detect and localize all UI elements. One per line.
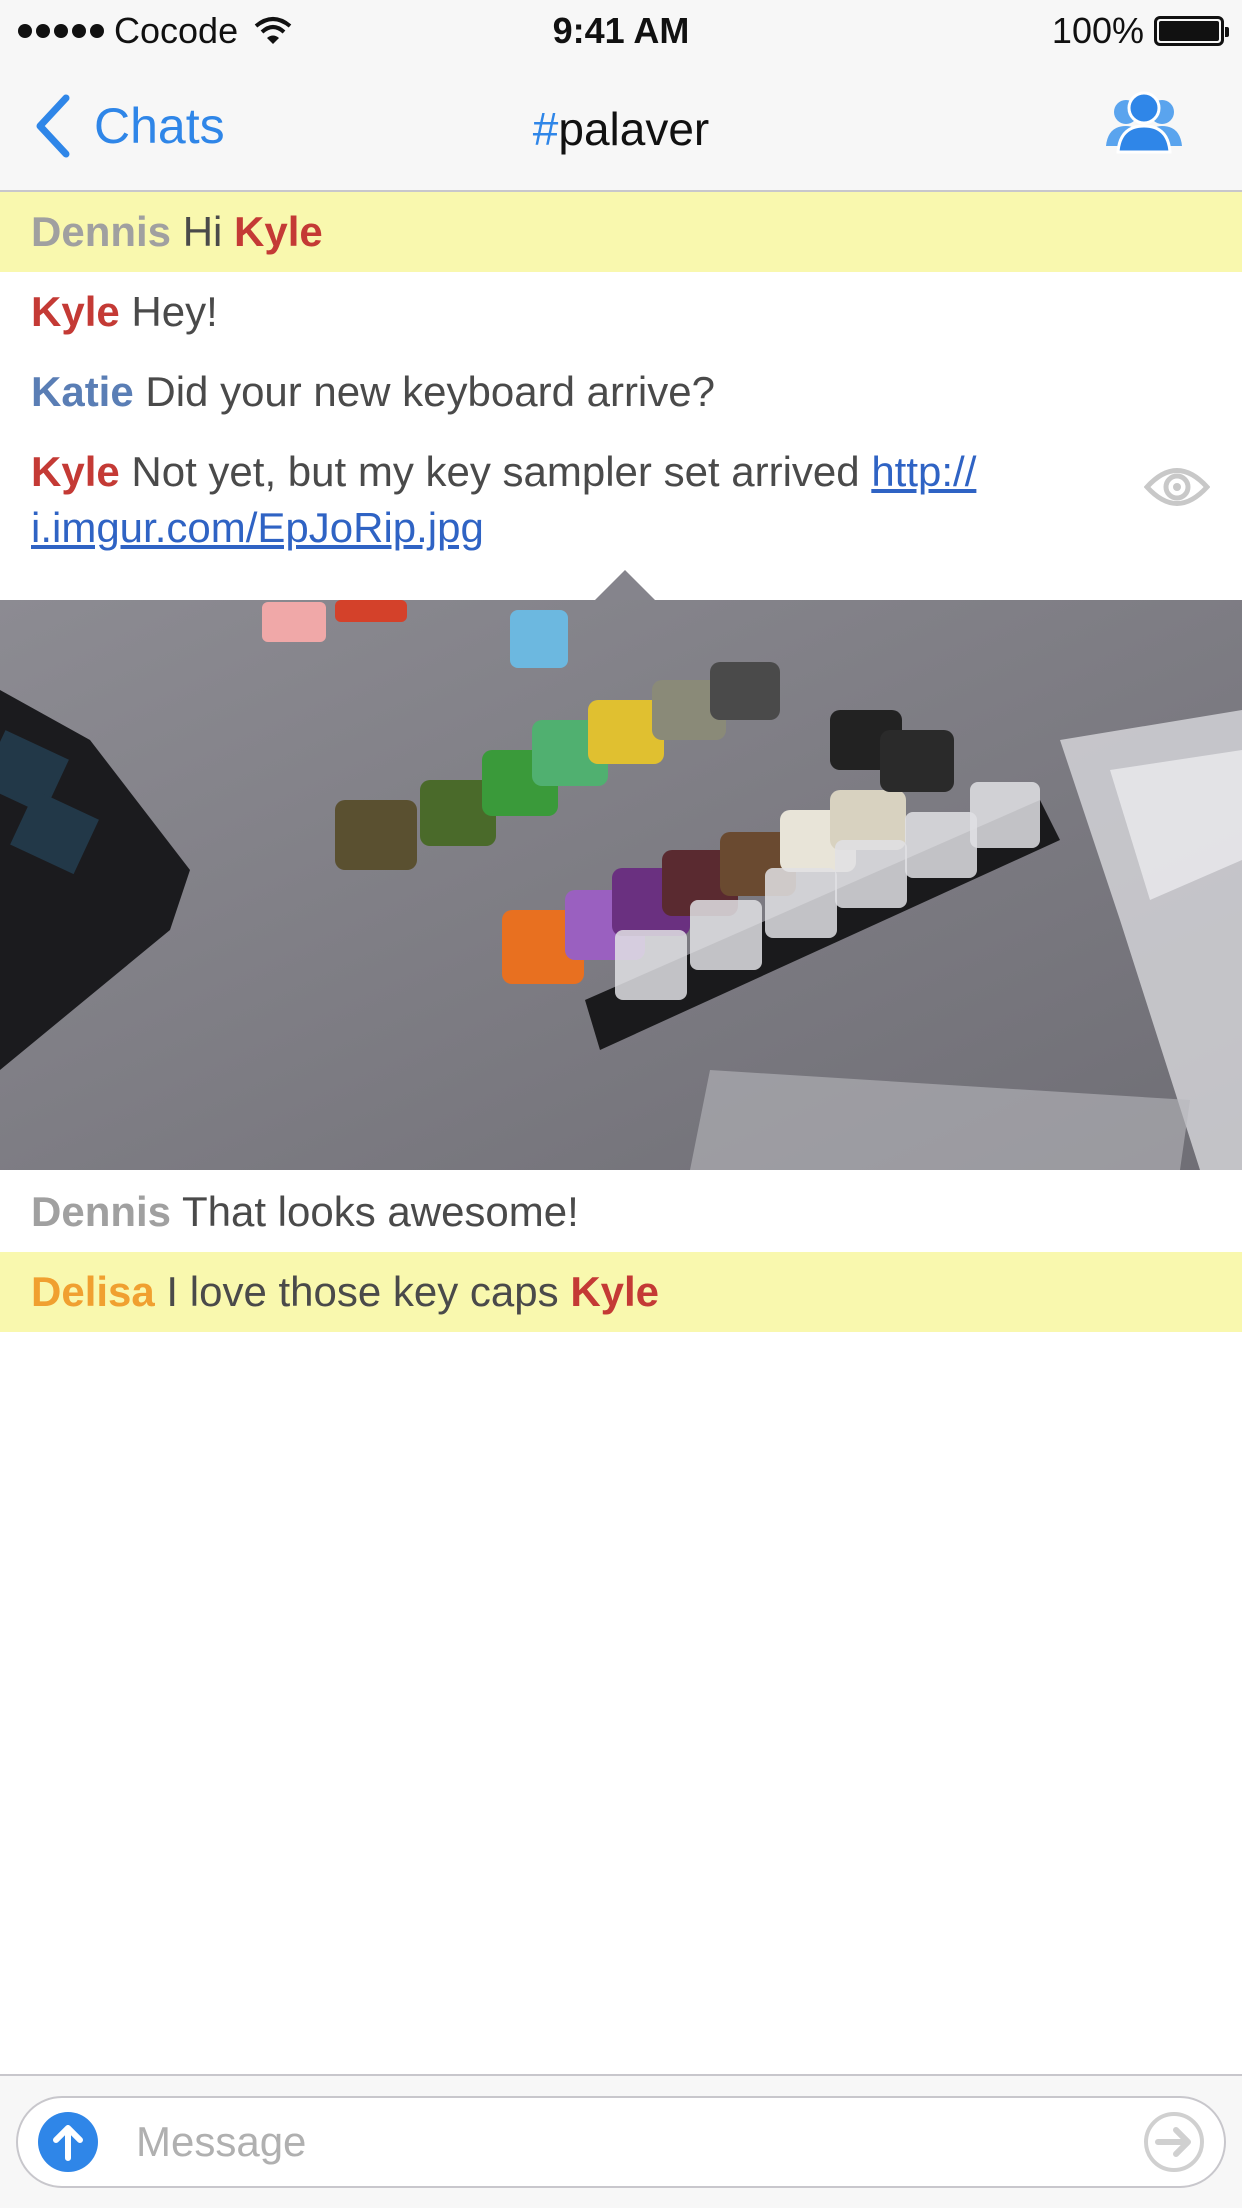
battery-percent: 100% xyxy=(1051,10,1144,51)
message-nick[interactable]: Dennis xyxy=(31,208,171,255)
mention: Kyle xyxy=(234,208,323,255)
message-text: Did your new keyboard arrive? xyxy=(145,368,715,415)
input-placeholder: Message xyxy=(136,2118,307,2165)
message-row: Kyle Not yet, but my key sampler set arr… xyxy=(0,432,1242,592)
battery-icon xyxy=(1154,16,1229,46)
navigation-bar: Chats #palaver xyxy=(0,62,1242,192)
status-bar: Cocode 9:41 AM 100% xyxy=(0,0,1242,62)
eye-icon[interactable] xyxy=(1144,462,1210,512)
message-text: I love those key caps xyxy=(166,1268,571,1315)
channel-title: #palaver xyxy=(0,102,1242,156)
message-nick[interactable]: Kyle xyxy=(31,448,120,495)
preview-pointer xyxy=(595,570,655,600)
send-icon[interactable] xyxy=(1142,2110,1206,2174)
mention: Kyle xyxy=(570,1268,660,1315)
message-row: Dennis Hi Kyle xyxy=(0,192,1242,272)
keycaps-photo xyxy=(0,600,1242,1170)
channel-name: palaver xyxy=(558,103,710,155)
message-nick[interactable]: Delisa xyxy=(31,1268,155,1315)
message-row: Dennis That looks awesome! xyxy=(0,1172,1242,1252)
message-text: Not yet, but my key sampler set arrived xyxy=(131,448,872,495)
image-link[interactable]: i.imgur.com/EpJoRip.jpg xyxy=(31,504,484,551)
message-nick[interactable]: Dennis xyxy=(31,1188,171,1235)
message-row: Kyle Hey! xyxy=(0,272,1242,352)
image-link[interactable]: http:// xyxy=(871,448,976,495)
upload-icon[interactable] xyxy=(36,2110,100,2174)
message-nick[interactable]: Kyle xyxy=(31,288,120,335)
message-row: Delisa I love those key caps Kyle xyxy=(0,1252,1242,1332)
message-text: That looks awesome! xyxy=(181,1188,579,1235)
channel-hash: # xyxy=(532,103,559,155)
message-row: Katie Did your new keyboard arrive? xyxy=(0,352,1242,432)
message-text: Hey! xyxy=(131,288,218,335)
message-input[interactable]: Message xyxy=(16,2096,1226,2188)
members-icon[interactable] xyxy=(1104,90,1184,160)
input-bar: Message xyxy=(0,2074,1242,2208)
message-text: Hi xyxy=(182,208,235,255)
status-right: 100% xyxy=(1051,10,1229,52)
image-preview[interactable] xyxy=(0,600,1242,1170)
message-nick[interactable]: Katie xyxy=(31,368,134,415)
